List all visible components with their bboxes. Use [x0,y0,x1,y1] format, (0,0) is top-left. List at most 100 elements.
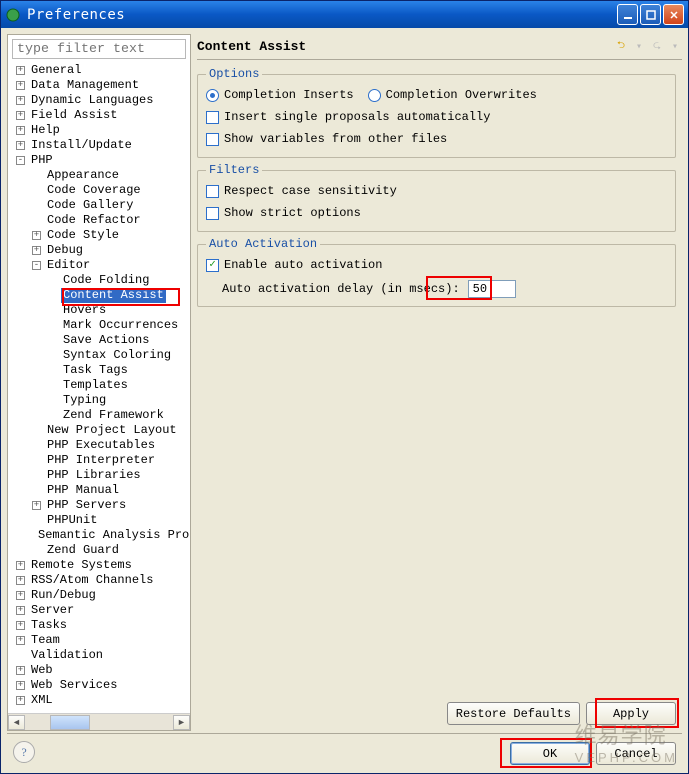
expand-icon[interactable]: + [32,231,41,240]
tree-item[interactable]: + PHP Servers [10,498,190,513]
tree-item[interactable]: +Web Services [10,678,190,693]
tree-item[interactable]: PHPUnit [10,513,190,528]
horizontal-scrollbar[interactable]: ◄ ► [8,713,190,730]
back-button[interactable]: ⮌ [614,40,628,54]
tree-item[interactable]: Zend Guard [10,543,190,558]
enable-auto-activation-label: Enable auto activation [224,258,382,272]
maximize-button[interactable] [640,4,661,25]
tree-item-label: PHP Servers [45,498,128,513]
tree-item[interactable]: +Help [10,123,190,138]
tree-item[interactable]: +Run/Debug [10,588,190,603]
tree-item[interactable]: +Web [10,663,190,678]
forward-menu[interactable]: ▾ [668,40,682,54]
expand-icon[interactable]: + [16,576,25,585]
tree-item[interactable]: PHP Interpreter [10,453,190,468]
window-title: Preferences [27,7,615,23]
content-panel: Content Assist ⮌ ▾ ⮎ ▾ Options Completio… [197,34,682,731]
collapse-icon[interactable]: - [32,261,41,270]
tree-item[interactable]: PHP Manual [10,483,190,498]
tree-item[interactable]: +Team [10,633,190,648]
scroll-thumb[interactable] [50,715,90,730]
expand-icon[interactable]: + [16,126,25,135]
completion-inserts-radio[interactable] [206,89,219,102]
expand-icon[interactable]: + [16,666,25,675]
tree-item[interactable]: +Field Assist [10,108,190,123]
delay-input[interactable] [468,280,516,298]
insert-single-proposals-checkbox[interactable] [206,111,219,124]
expand-icon[interactable]: + [32,501,41,510]
tree-item[interactable]: Syntax Coloring [10,348,190,363]
expand-icon[interactable]: + [16,561,25,570]
tree-item[interactable]: Zend Framework [10,408,190,423]
tree-item[interactable]: Code Refactor [10,213,190,228]
forward-button[interactable]: ⮎ [650,40,664,54]
tree-item[interactable]: +Debug [10,243,190,258]
expand-icon[interactable]: + [16,96,25,105]
ok-button[interactable]: OK [510,742,590,765]
expand-icon[interactable]: + [16,111,25,120]
tree-item[interactable]: Mark Occurrences [10,318,190,333]
tree-item[interactable]: Code Gallery [10,198,190,213]
expand-icon[interactable]: + [16,606,25,615]
expand-icon[interactable]: + [16,591,25,600]
expand-icon[interactable]: + [16,621,25,630]
help-button[interactable]: ? [13,741,35,763]
tree-item-label: Save Actions [61,333,151,348]
expand-icon[interactable]: + [16,696,25,705]
tree-item[interactable]: +Install/Update [10,138,190,153]
filter-input[interactable] [12,39,186,59]
collapse-icon[interactable]: - [16,156,25,165]
tree-item[interactable]: PHP Libraries [10,468,190,483]
back-menu[interactable]: ▾ [632,40,646,54]
scroll-left-button[interactable]: ◄ [8,715,25,730]
tree-item[interactable]: Typing [10,393,190,408]
expand-icon[interactable]: + [16,81,25,90]
enable-auto-activation-checkbox[interactable] [206,259,219,272]
tree-item[interactable]: +General [10,63,190,78]
tree-item[interactable]: +Remote Systems [10,558,190,573]
respect-case-checkbox[interactable] [206,185,219,198]
tree-item[interactable]: Appearance [10,168,190,183]
tree-item[interactable]: +Data Management [10,78,190,93]
show-variables-checkbox[interactable] [206,133,219,146]
apply-button[interactable]: Apply [586,702,676,725]
tree-item[interactable]: Templates [10,378,190,393]
show-strict-checkbox[interactable] [206,207,219,220]
expand-icon[interactable]: + [16,66,25,75]
tree-item[interactable]: Semantic Analysis Pro [10,528,190,543]
tree-item[interactable]: +Tasks [10,618,190,633]
tree-item[interactable]: Hovers [10,303,190,318]
tree-item[interactable]: New Project Layout [10,423,190,438]
expand-icon[interactable]: + [16,636,25,645]
completion-overwrites-radio[interactable] [368,89,381,102]
tree-item[interactable]: Code Folding [10,273,190,288]
tree-spacer [48,366,57,375]
tree-item[interactable]: + RSS/Atom Channels [10,573,190,588]
tree-item[interactable]: Validation [10,648,190,663]
tree-item[interactable]: -Editor [10,258,190,273]
tree-item-label: RSS/Atom Channels [29,573,155,588]
tree-item[interactable]: +Server [10,603,190,618]
delay-label: Auto activation delay (in msecs): [222,282,460,296]
tree-item[interactable]: +Code Style [10,228,190,243]
tree-item[interactable]: Save Actions [10,333,190,348]
app-icon [5,7,21,23]
preferences-tree[interactable]: +General+Data Management+Dynamic Languag… [8,63,190,708]
expand-icon[interactable]: + [16,681,25,690]
tree-item[interactable]: Code Coverage [10,183,190,198]
scroll-right-button[interactable]: ► [173,715,190,730]
tree-item[interactable]: Content Assist [10,288,190,303]
expand-icon[interactable]: + [16,141,25,150]
tree-item[interactable]: +Dynamic Languages [10,93,190,108]
minimize-button[interactable] [617,4,638,25]
restore-defaults-button[interactable]: Restore Defaults [447,702,580,725]
tree-item[interactable]: Task Tags [10,363,190,378]
cancel-button[interactable]: Cancel [596,742,676,765]
tree-item[interactable]: PHP Executables [10,438,190,453]
close-button[interactable] [663,4,684,25]
expand-icon[interactable]: + [32,246,41,255]
tree-item[interactable]: +XML [10,693,190,708]
tree-item[interactable]: -PHP [10,153,190,168]
tree-spacer [32,216,41,225]
tree-spacer [48,291,57,300]
